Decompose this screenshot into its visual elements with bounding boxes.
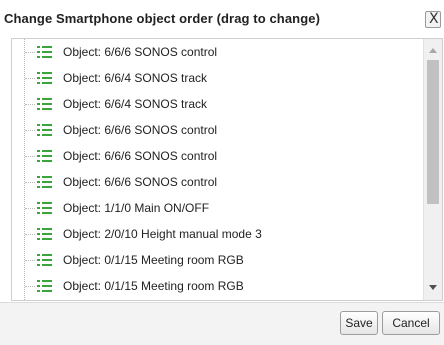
close-icon: X	[429, 11, 439, 27]
dialog-title: Change Smartphone object order (drag to …	[4, 11, 321, 26]
list-item-label: Object: 6/6/4 SONOS track	[63, 71, 208, 85]
change-order-dialog: Change Smartphone object order (drag to …	[0, 0, 444, 345]
list-item-label: Object: 0/1/15 Meeting room RGB	[63, 253, 244, 267]
list-icon	[37, 97, 53, 111]
tree-branch	[25, 286, 35, 287]
list-item[interactable]: Object: 6/6/6 SONOS control	[12, 169, 423, 195]
list-item[interactable]	[12, 299, 423, 300]
tree-branch	[25, 52, 35, 53]
list-item[interactable]: Object: 0/1/15 Meeting room RGB	[12, 273, 423, 299]
object-order-list-panel: Object: 6/6/6 SONOS control Object: 6/6/4…	[11, 38, 443, 301]
tree-branch	[25, 78, 35, 79]
cancel-button[interactable]: Cancel	[382, 311, 440, 335]
list-icon	[37, 123, 53, 137]
list-item[interactable]: Object: 6/6/4 SONOS track	[12, 65, 423, 91]
list-item-label: Object: 6/6/4 SONOS track	[63, 97, 208, 111]
scroll-up-arrow-icon[interactable]	[429, 48, 437, 53]
dialog-footer: Save Cancel	[0, 302, 444, 345]
list-item[interactable]: Object: 6/6/4 SONOS track	[12, 91, 423, 117]
list-item-label: Object: 0/1/15 Meeting room RGB	[63, 279, 244, 293]
list-item[interactable]: Object: 0/1/15 Meeting room RGB	[12, 247, 423, 273]
object-order-list: Object: 6/6/6 SONOS control Object: 6/6/4…	[12, 39, 423, 300]
tree-branch	[25, 182, 35, 183]
list-item[interactable]: Object: 6/6/6 SONOS control	[12, 117, 423, 143]
list-icon	[37, 71, 53, 85]
dialog-title-bar[interactable]: Change Smartphone object order (drag to …	[0, 0, 444, 35]
tree-branch	[25, 208, 35, 209]
list-item[interactable]: Object: 6/6/6 SONOS control	[12, 143, 423, 169]
list-icon	[37, 253, 53, 267]
tree-branch	[25, 104, 35, 105]
list-icon	[37, 175, 53, 189]
list-item[interactable]: Object: 6/6/6 SONOS control	[12, 39, 423, 65]
list-icon	[37, 45, 53, 59]
scroll-thumb[interactable]	[427, 60, 439, 204]
list-item[interactable]: Object: 1/1/0 Main ON/OFF	[12, 195, 423, 221]
list-icon	[37, 279, 53, 293]
list-icon	[37, 201, 53, 215]
vertical-scrollbar[interactable]	[423, 39, 442, 300]
list-item-label: Object: 2/0/10 Height manual mode 3	[63, 227, 262, 241]
list-item-label: Object: 6/6/6 SONOS control	[63, 123, 218, 137]
tree-branch	[25, 130, 35, 131]
scroll-down-arrow-icon[interactable]	[429, 285, 437, 290]
list-item-label: Object: 6/6/6 SONOS control	[63, 175, 218, 189]
tree-branch	[25, 234, 35, 235]
tree-branch	[25, 260, 35, 261]
list-item-label: Object: 6/6/6 SONOS control	[63, 149, 218, 163]
list-icon	[37, 227, 53, 241]
list-item-label: Object: 6/6/6 SONOS control	[63, 45, 218, 59]
tree-branch	[25, 156, 35, 157]
list-item[interactable]: Object: 2/0/10 Height manual mode 3	[12, 221, 423, 247]
list-item-label: Object: 1/1/0 Main ON/OFF	[63, 201, 210, 215]
list-icon	[37, 149, 53, 163]
save-button[interactable]: Save	[340, 311, 378, 335]
close-button[interactable]: X	[425, 11, 441, 28]
